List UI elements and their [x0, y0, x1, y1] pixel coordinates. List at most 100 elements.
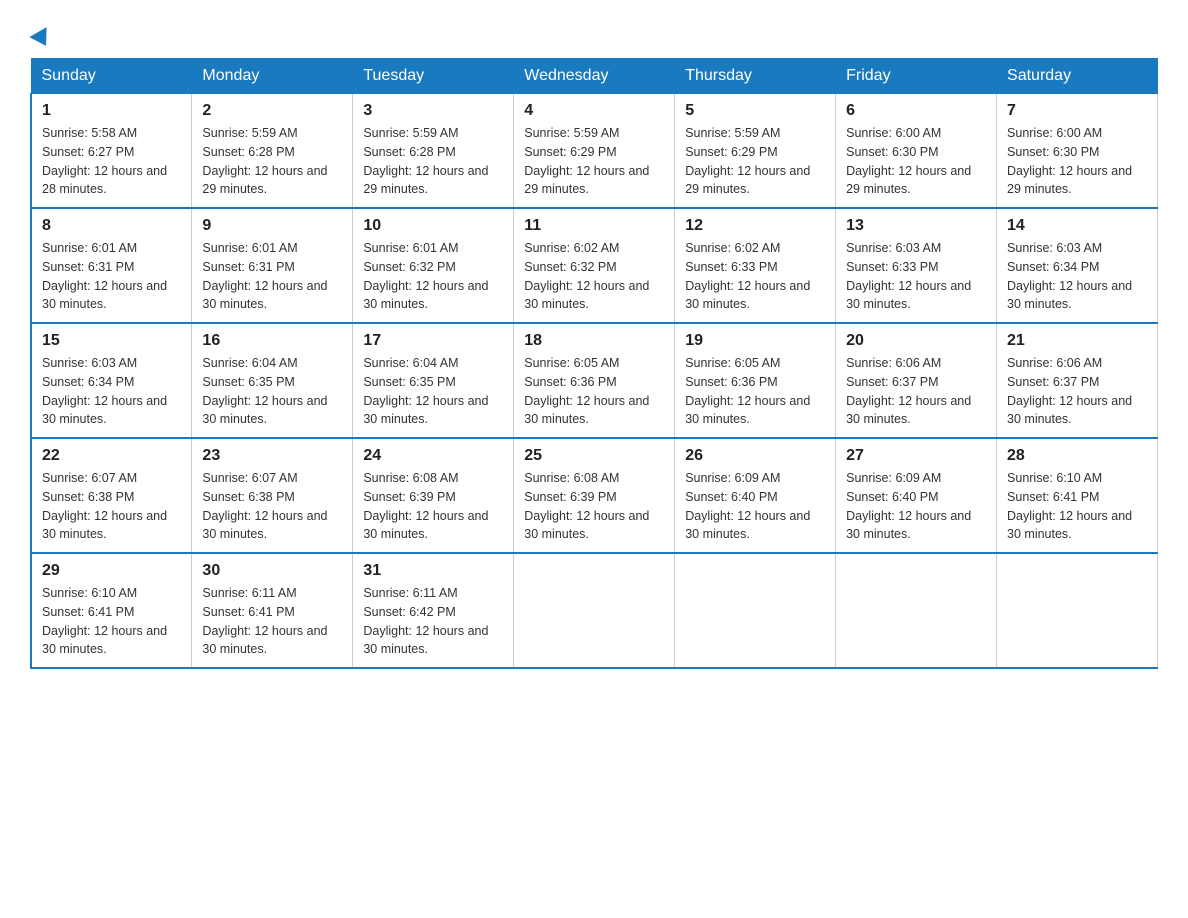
- day-cell-25: 25 Sunrise: 6:08 AMSunset: 6:39 PMDaylig…: [514, 438, 675, 553]
- day-info: Sunrise: 6:03 AMSunset: 6:34 PMDaylight:…: [42, 356, 167, 426]
- day-info: Sunrise: 6:11 AMSunset: 6:41 PMDaylight:…: [202, 586, 327, 656]
- day-number: 1: [42, 102, 181, 120]
- day-info: Sunrise: 5:59 AMSunset: 6:29 PMDaylight:…: [685, 126, 810, 196]
- day-number: 12: [685, 217, 825, 235]
- day-number: 8: [42, 217, 181, 235]
- day-number: 31: [363, 562, 503, 580]
- calendar-header-row: SundayMondayTuesdayWednesdayThursdayFrid…: [31, 59, 1158, 94]
- day-cell-13: 13 Sunrise: 6:03 AMSunset: 6:33 PMDaylig…: [836, 208, 997, 323]
- day-info: Sunrise: 5:59 AMSunset: 6:28 PMDaylight:…: [363, 126, 488, 196]
- day-cell-18: 18 Sunrise: 6:05 AMSunset: 6:36 PMDaylig…: [514, 323, 675, 438]
- day-cell-7: 7 Sunrise: 6:00 AMSunset: 6:30 PMDayligh…: [997, 94, 1158, 209]
- day-number: 26: [685, 447, 825, 465]
- day-number: 14: [1007, 217, 1147, 235]
- week-row-4: 22 Sunrise: 6:07 AMSunset: 6:38 PMDaylig…: [31, 438, 1158, 553]
- day-info: Sunrise: 6:03 AMSunset: 6:33 PMDaylight:…: [846, 241, 971, 311]
- empty-cell-w4-c4: [675, 553, 836, 668]
- day-cell-19: 19 Sunrise: 6:05 AMSunset: 6:36 PMDaylig…: [675, 323, 836, 438]
- day-info: Sunrise: 5:58 AMSunset: 6:27 PMDaylight:…: [42, 126, 167, 196]
- day-cell-11: 11 Sunrise: 6:02 AMSunset: 6:32 PMDaylig…: [514, 208, 675, 323]
- day-cell-24: 24 Sunrise: 6:08 AMSunset: 6:39 PMDaylig…: [353, 438, 514, 553]
- day-cell-22: 22 Sunrise: 6:07 AMSunset: 6:38 PMDaylig…: [31, 438, 192, 553]
- day-cell-31: 31 Sunrise: 6:11 AMSunset: 6:42 PMDaylig…: [353, 553, 514, 668]
- day-number: 6: [846, 102, 986, 120]
- day-cell-26: 26 Sunrise: 6:09 AMSunset: 6:40 PMDaylig…: [675, 438, 836, 553]
- day-cell-4: 4 Sunrise: 5:59 AMSunset: 6:29 PMDayligh…: [514, 94, 675, 209]
- day-cell-14: 14 Sunrise: 6:03 AMSunset: 6:34 PMDaylig…: [997, 208, 1158, 323]
- day-number: 13: [846, 217, 986, 235]
- day-cell-20: 20 Sunrise: 6:06 AMSunset: 6:37 PMDaylig…: [836, 323, 997, 438]
- day-info: Sunrise: 6:10 AMSunset: 6:41 PMDaylight:…: [42, 586, 167, 656]
- day-number: 21: [1007, 332, 1147, 350]
- day-cell-28: 28 Sunrise: 6:10 AMSunset: 6:41 PMDaylig…: [997, 438, 1158, 553]
- day-number: 27: [846, 447, 986, 465]
- day-info: Sunrise: 6:03 AMSunset: 6:34 PMDaylight:…: [1007, 241, 1132, 311]
- day-number: 19: [685, 332, 825, 350]
- day-cell-2: 2 Sunrise: 5:59 AMSunset: 6:28 PMDayligh…: [192, 94, 353, 209]
- header-thursday: Thursday: [675, 59, 836, 94]
- day-info: Sunrise: 6:11 AMSunset: 6:42 PMDaylight:…: [363, 586, 488, 656]
- empty-cell-w4-c6: [997, 553, 1158, 668]
- week-row-2: 8 Sunrise: 6:01 AMSunset: 6:31 PMDayligh…: [31, 208, 1158, 323]
- day-info: Sunrise: 6:07 AMSunset: 6:38 PMDaylight:…: [42, 471, 167, 541]
- day-number: 18: [524, 332, 664, 350]
- header-monday: Monday: [192, 59, 353, 94]
- calendar-table: SundayMondayTuesdayWednesdayThursdayFrid…: [30, 58, 1158, 669]
- day-cell-9: 9 Sunrise: 6:01 AMSunset: 6:31 PMDayligh…: [192, 208, 353, 323]
- day-cell-15: 15 Sunrise: 6:03 AMSunset: 6:34 PMDaylig…: [31, 323, 192, 438]
- day-number: 7: [1007, 102, 1147, 120]
- empty-cell-w4-c3: [514, 553, 675, 668]
- day-info: Sunrise: 6:01 AMSunset: 6:32 PMDaylight:…: [363, 241, 488, 311]
- day-cell-6: 6 Sunrise: 6:00 AMSunset: 6:30 PMDayligh…: [836, 94, 997, 209]
- day-number: 2: [202, 102, 342, 120]
- day-number: 16: [202, 332, 342, 350]
- day-cell-8: 8 Sunrise: 6:01 AMSunset: 6:31 PMDayligh…: [31, 208, 192, 323]
- day-number: 15: [42, 332, 181, 350]
- day-number: 25: [524, 447, 664, 465]
- day-info: Sunrise: 6:02 AMSunset: 6:33 PMDaylight:…: [685, 241, 810, 311]
- logo-triangle-icon: [29, 27, 54, 51]
- header-friday: Friday: [836, 59, 997, 94]
- day-info: Sunrise: 6:07 AMSunset: 6:38 PMDaylight:…: [202, 471, 327, 541]
- day-info: Sunrise: 5:59 AMSunset: 6:28 PMDaylight:…: [202, 126, 327, 196]
- day-cell-27: 27 Sunrise: 6:09 AMSunset: 6:40 PMDaylig…: [836, 438, 997, 553]
- day-info: Sunrise: 6:08 AMSunset: 6:39 PMDaylight:…: [363, 471, 488, 541]
- day-number: 20: [846, 332, 986, 350]
- day-info: Sunrise: 6:09 AMSunset: 6:40 PMDaylight:…: [846, 471, 971, 541]
- header-sunday: Sunday: [31, 59, 192, 94]
- day-info: Sunrise: 6:08 AMSunset: 6:39 PMDaylight:…: [524, 471, 649, 541]
- day-info: Sunrise: 6:01 AMSunset: 6:31 PMDaylight:…: [42, 241, 167, 311]
- day-cell-16: 16 Sunrise: 6:04 AMSunset: 6:35 PMDaylig…: [192, 323, 353, 438]
- day-cell-30: 30 Sunrise: 6:11 AMSunset: 6:41 PMDaylig…: [192, 553, 353, 668]
- day-info: Sunrise: 5:59 AMSunset: 6:29 PMDaylight:…: [524, 126, 649, 196]
- day-info: Sunrise: 6:02 AMSunset: 6:32 PMDaylight:…: [524, 241, 649, 311]
- week-row-3: 15 Sunrise: 6:03 AMSunset: 6:34 PMDaylig…: [31, 323, 1158, 438]
- day-number: 29: [42, 562, 181, 580]
- logo: [30, 20, 52, 48]
- day-number: 11: [524, 217, 664, 235]
- day-cell-23: 23 Sunrise: 6:07 AMSunset: 6:38 PMDaylig…: [192, 438, 353, 553]
- day-cell-3: 3 Sunrise: 5:59 AMSunset: 6:28 PMDayligh…: [353, 94, 514, 209]
- day-info: Sunrise: 6:01 AMSunset: 6:31 PMDaylight:…: [202, 241, 327, 311]
- day-cell-5: 5 Sunrise: 5:59 AMSunset: 6:29 PMDayligh…: [675, 94, 836, 209]
- day-cell-29: 29 Sunrise: 6:10 AMSunset: 6:41 PMDaylig…: [31, 553, 192, 668]
- day-number: 17: [363, 332, 503, 350]
- day-number: 10: [363, 217, 503, 235]
- day-info: Sunrise: 6:06 AMSunset: 6:37 PMDaylight:…: [1007, 356, 1132, 426]
- day-cell-10: 10 Sunrise: 6:01 AMSunset: 6:32 PMDaylig…: [353, 208, 514, 323]
- day-number: 22: [42, 447, 181, 465]
- day-cell-1: 1 Sunrise: 5:58 AMSunset: 6:27 PMDayligh…: [31, 94, 192, 209]
- day-info: Sunrise: 6:00 AMSunset: 6:30 PMDaylight:…: [1007, 126, 1132, 196]
- week-row-1: 1 Sunrise: 5:58 AMSunset: 6:27 PMDayligh…: [31, 94, 1158, 209]
- empty-cell-w4-c5: [836, 553, 997, 668]
- page-header: [30, 20, 1158, 48]
- day-number: 9: [202, 217, 342, 235]
- header-saturday: Saturday: [997, 59, 1158, 94]
- logo-line1: [30, 20, 52, 48]
- header-wednesday: Wednesday: [514, 59, 675, 94]
- day-cell-12: 12 Sunrise: 6:02 AMSunset: 6:33 PMDaylig…: [675, 208, 836, 323]
- day-info: Sunrise: 6:04 AMSunset: 6:35 PMDaylight:…: [363, 356, 488, 426]
- day-info: Sunrise: 6:04 AMSunset: 6:35 PMDaylight:…: [202, 356, 327, 426]
- day-number: 23: [202, 447, 342, 465]
- day-number: 28: [1007, 447, 1147, 465]
